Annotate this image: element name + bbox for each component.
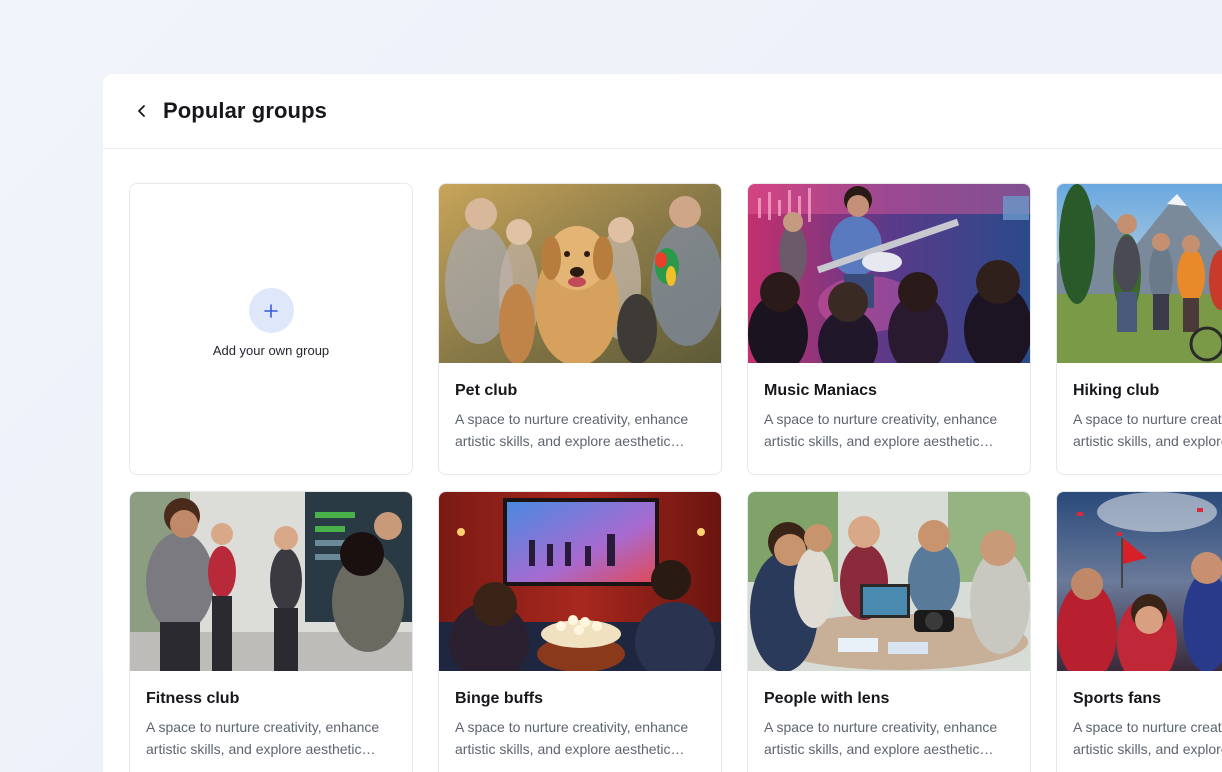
page-title: Popular groups <box>163 98 327 123</box>
group-title: People with lens <box>764 690 890 707</box>
group-image-fitness-club <box>130 492 412 671</box>
group-image-music-maniacs <box>748 184 1030 363</box>
group-description: A space to nurture creativity, enhance a… <box>1073 411 1222 449</box>
group-title: Sports fans <box>1073 690 1162 707</box>
group-image-binge-buffs <box>439 492 721 671</box>
group-description: A space to nurture creativity, enhance a… <box>455 719 689 757</box>
group-title: Binge buffs <box>455 690 543 707</box>
plus-icon <box>264 303 278 318</box>
add-group-label: Add your own group <box>212 343 330 358</box>
group-image-sports-fans <box>1057 492 1222 671</box>
group-card-sports-fans[interactable]: Sports fans A space to nurture creativit… <box>1056 491 1222 772</box>
group-title: Pet club <box>455 382 518 399</box>
group-title: Hiking club <box>1073 382 1160 399</box>
group-card-music-maniacs[interactable]: Music Maniacs A space to nurture creativ… <box>747 183 1031 475</box>
group-card-people-with-lens[interactable]: People with lens A space to nurture crea… <box>747 491 1031 772</box>
add-group-button[interactable] <box>248 288 294 333</box>
group-title: Music Maniacs <box>764 382 877 399</box>
group-card-pet-club[interactable]: Pet club A space to nurture creativity, … <box>438 183 722 475</box>
group-description: A space to nurture creativity, enhance a… <box>764 411 998 449</box>
group-image-pet-club <box>439 184 721 363</box>
group-description: A space to nurture creativity, enhance a… <box>1073 719 1222 757</box>
popular-groups-panel: Popular groups Add your own group Pet cl… <box>103 74 1222 772</box>
add-group-card[interactable]: Add your own group <box>129 183 413 475</box>
group-description: A space to nurture creativity, enhance a… <box>146 719 380 757</box>
group-card-binge-buffs[interactable]: Binge buffs A space to nurture creativit… <box>438 491 722 772</box>
group-card-fitness-club[interactable]: Fitness club A space to nurture creativi… <box>129 491 413 772</box>
group-title: Fitness club <box>146 690 240 707</box>
chevron-left-icon <box>138 105 145 117</box>
group-description: A space to nurture creativity, enhance a… <box>455 411 689 449</box>
group-card-hiking-club[interactable]: Hiking club A space to nurture creativit… <box>1056 183 1222 475</box>
back-button[interactable] <box>133 102 151 120</box>
group-image-hiking-club <box>1057 184 1222 363</box>
page-header: Popular groups <box>103 74 1222 149</box>
group-image-people-with-lens <box>748 492 1030 671</box>
group-description: A space to nurture creativity, enhance a… <box>764 719 998 757</box>
